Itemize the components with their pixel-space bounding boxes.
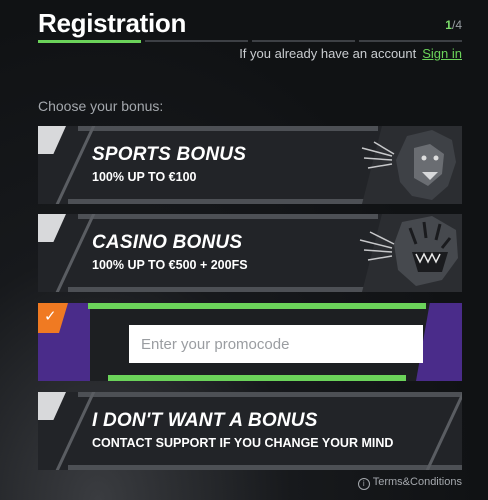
signin-row: If you already have an account Sign in xyxy=(239,46,462,61)
promo-green-stripe xyxy=(108,375,406,381)
card-slash xyxy=(55,392,96,470)
step-total: /4 xyxy=(451,18,462,32)
step-current: 1 xyxy=(445,18,452,32)
bonus-title: CASINO BONUS xyxy=(92,232,243,253)
terms-link[interactable]: i Terms&Conditions xyxy=(357,476,462,490)
radio-corner-icon xyxy=(38,126,66,154)
card-stripe xyxy=(68,199,378,204)
card-slash xyxy=(55,126,96,204)
step-progress-bar xyxy=(38,40,462,43)
card-stripe xyxy=(78,392,462,397)
progress-segment xyxy=(145,40,248,42)
progress-segment xyxy=(359,40,462,42)
page-title: Registration xyxy=(38,8,187,38)
sports-bonus-card[interactable]: SPORTS BONUS 100% UP TO €100 xyxy=(38,126,462,204)
casino-bonus-card[interactable]: CASINO BONUS 100% UP TO €500 + 200FS xyxy=(38,214,462,292)
bonus-subtitle: 100% UP TO €100 xyxy=(92,170,197,184)
card-stripe xyxy=(68,465,462,470)
signin-link[interactable]: Sign in xyxy=(422,46,462,61)
bonus-title: SPORTS BONUS xyxy=(92,144,247,165)
terms-label: Terms&Conditions xyxy=(372,476,462,488)
card-stripe xyxy=(78,214,378,219)
promocode-input[interactable] xyxy=(129,325,423,363)
no-bonus-title: I DON'T WANT A BONUS xyxy=(92,410,318,431)
tiger-icon xyxy=(359,214,462,292)
progress-segment xyxy=(252,40,355,42)
bonus-subtitle: 100% UP TO €500 + 200FS xyxy=(92,258,248,272)
lion-icon xyxy=(361,126,462,204)
card-slash xyxy=(425,392,462,470)
card-stripe xyxy=(68,287,378,292)
choose-bonus-label: Choose your bonus: xyxy=(38,98,164,114)
radio-corner-icon xyxy=(38,392,66,420)
radio-corner-icon xyxy=(38,214,66,242)
account-prompt: If you already have an account xyxy=(239,46,417,61)
no-bonus-card[interactable]: I DON'T WANT A BONUS CONTACT SUPPORT IF … xyxy=(38,392,462,470)
progress-segment-active xyxy=(38,40,141,43)
step-indicator: 1/4 xyxy=(445,18,462,32)
card-stripe xyxy=(78,126,378,131)
info-icon: i xyxy=(357,478,370,490)
promocode-card[interactable]: ✓ xyxy=(38,303,462,381)
card-slash xyxy=(55,214,96,292)
no-bonus-subtitle: CONTACT SUPPORT IF YOU CHANGE YOUR MIND xyxy=(92,436,394,450)
promo-green-stripe xyxy=(88,303,426,309)
